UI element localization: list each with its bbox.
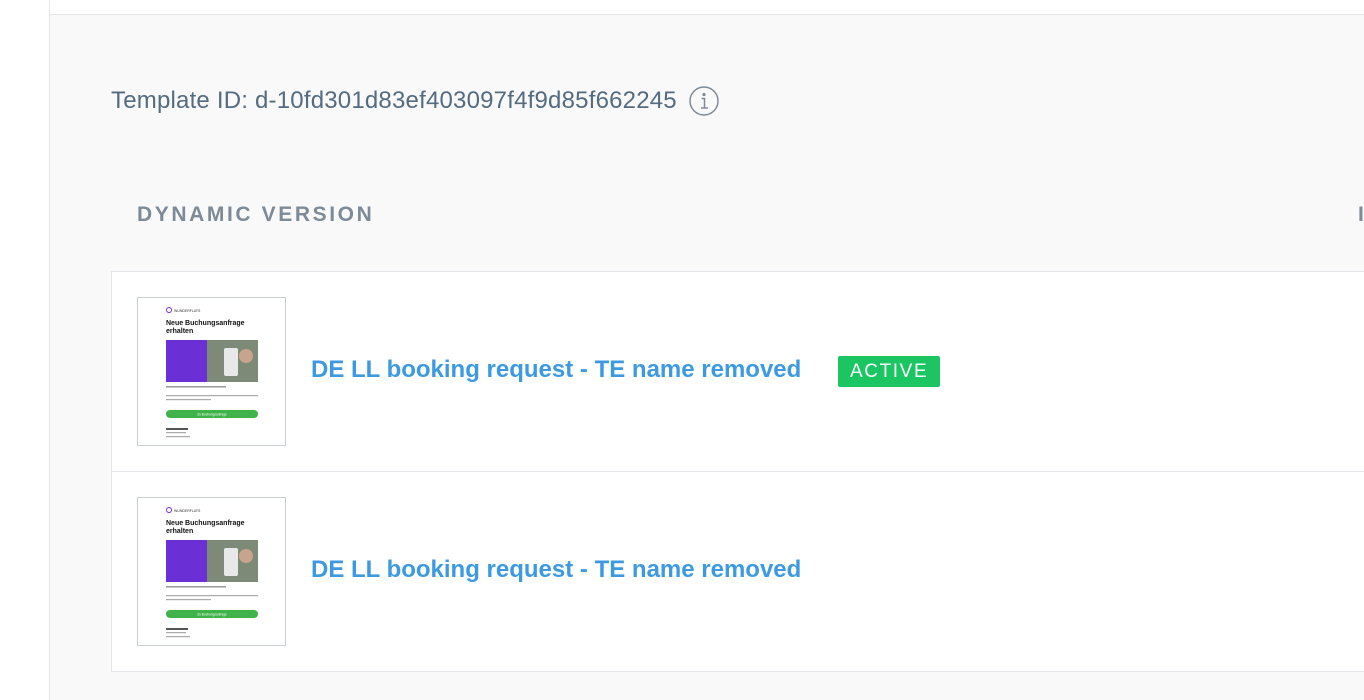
thumbnail-button-text: Zu Buchungsanfrage: [197, 413, 227, 417]
top-header-bar: [50, 0, 1364, 15]
version-name-link[interactable]: DE LL booking request - TE name removed: [311, 556, 801, 584]
svg-text:Neue Buchungsanfrage: Neue Buchungsanfrage: [166, 520, 245, 527]
info-icon[interactable]: [689, 86, 719, 116]
template-id-row: Template ID: d-10fd301d83ef403097f4f9d85…: [111, 86, 719, 116]
left-sidebar-rail: [0, 0, 50, 700]
version-row[interactable]: WUNDERFLATS Neue Buchungsanfrage erhalte…: [111, 271, 1364, 472]
dynamic-version-heading: DYNAMIC VERSION: [137, 203, 375, 226]
svg-text:Neue Buchungsanfrage: Neue Buchungsanfrage: [166, 320, 245, 327]
thumbnail-button-text: Zu Buchungsanfrage: [197, 613, 227, 617]
version-row[interactable]: WUNDERFLATS Neue Buchungsanfrage erhalte…: [111, 471, 1364, 672]
svg-text:erhalten: erhalten: [166, 328, 193, 335]
thumbnail-brand: WUNDERFLATS: [174, 509, 201, 513]
next-column-heading: I: [1358, 203, 1364, 226]
svg-text:erhalten: erhalten: [166, 528, 193, 535]
email-thumbnail[interactable]: WUNDERFLATS Neue Buchungsanfrage erhalte…: [137, 497, 286, 646]
active-status-badge: ACTIVE: [838, 356, 941, 387]
version-list: WUNDERFLATS Neue Buchungsanfrage erhalte…: [111, 271, 1364, 672]
main-content: Template ID: d-10fd301d83ef403097f4f9d85…: [50, 0, 1364, 700]
template-id-text: Template ID: d-10fd301d83ef403097f4f9d85…: [111, 87, 677, 114]
email-thumbnail[interactable]: WUNDERFLATS Neue Buchungsanfrage erhalte…: [137, 297, 286, 446]
thumbnail-brand: WUNDERFLATS: [174, 309, 201, 313]
version-name-link[interactable]: DE LL booking request - TE name removed: [311, 356, 801, 384]
